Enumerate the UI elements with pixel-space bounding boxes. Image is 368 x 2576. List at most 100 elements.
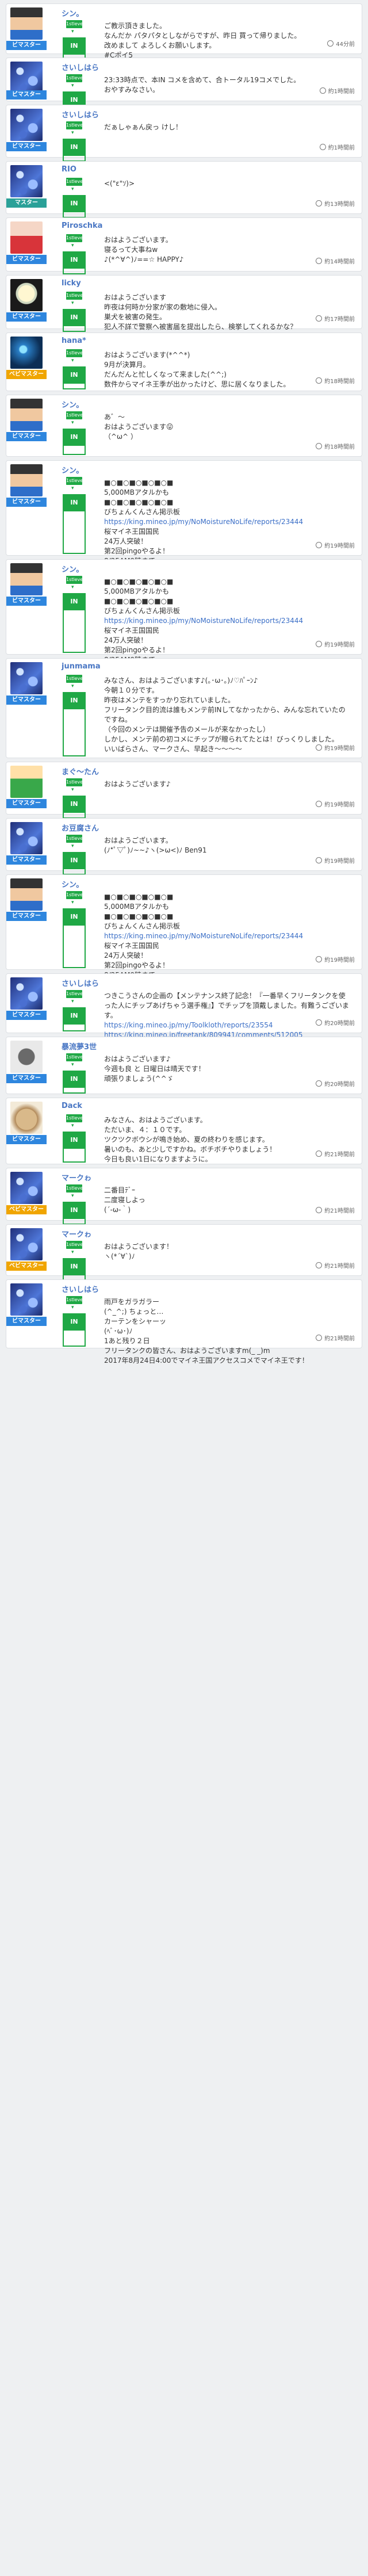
clock-icon — [316, 857, 323, 863]
post-message: <("ε"ｿ)> — [104, 179, 350, 189]
level-badge: 1stlevel — [66, 990, 84, 998]
role-badge: マスター — [6, 198, 47, 208]
post-time: 約17時間前 — [316, 314, 355, 323]
message-line: ■○■○■○■○■○■ — [104, 912, 174, 920]
message-link[interactable]: https://king.mineo.jp/my/Toolkloth/repor… — [104, 1021, 350, 1030]
message-line: 24万人突破！ — [104, 537, 148, 545]
clock-icon — [316, 443, 323, 449]
message-line: ツクツクボウシが鳴き始め、夏の終わりを感じます。 — [104, 1136, 269, 1144]
chevron-down-icon: ▾ — [71, 787, 74, 793]
avatar[interactable] — [10, 1283, 43, 1316]
clock-icon — [316, 258, 323, 264]
avatar[interactable] — [10, 1041, 43, 1073]
post-card: ビマスター シン。 1stlevel ▾ IN ■○■○■○■○■○■ 5,000MBアタル… — [6, 874, 362, 1008]
chevron-down-icon: ▾ — [71, 186, 74, 192]
role-badge: ビマスター — [6, 1011, 47, 1020]
role-badge: ビマスター — [6, 90, 47, 100]
avatar[interactable] — [10, 221, 43, 254]
time-label: 約13時間前 — [324, 201, 355, 208]
message-link[interactable]: https://king.mineo.jp/my/NoMoistureNoLif… — [104, 616, 350, 626]
user-name[interactable]: hana* — [62, 337, 86, 345]
message-line: 二度寝しよっ — [104, 1196, 145, 1204]
user-name[interactable]: RIO — [62, 165, 76, 174]
avatar[interactable] — [10, 766, 43, 798]
avatar[interactable] — [10, 878, 43, 911]
avatar[interactable] — [10, 563, 43, 595]
avatar[interactable] — [10, 165, 43, 197]
time-label: 約21時間前 — [324, 1263, 355, 1270]
user-name[interactable]: licky — [62, 279, 81, 288]
post-time: 約21時間前 — [316, 1333, 355, 1342]
user-name[interactable]: お豆腐さん — [62, 822, 99, 833]
avatar[interactable] — [10, 7, 43, 40]
timeline-rail — [63, 511, 86, 554]
role-badge: ビマスター — [6, 1317, 47, 1326]
user-name[interactable]: シン。 — [62, 7, 83, 18]
message-line: 今週も良 と 日曜日は晴天です！ — [104, 1065, 205, 1073]
post-card: ビマスター さいしはら 1stlevel ▾ IN だぁしゃぁん戻っ けし！ 約1時間前 — [6, 105, 362, 162]
user-name[interactable]: マークゎ — [62, 1228, 91, 1239]
chevron-down-icon: ▾ — [71, 358, 74, 364]
avatar[interactable] — [10, 62, 43, 94]
user-name[interactable]: Piroschka — [62, 221, 102, 230]
user-name[interactable]: シン。 — [62, 399, 83, 410]
user-name[interactable]: junmama — [62, 662, 101, 671]
chevron-down-icon: ▾ — [71, 300, 74, 306]
post-time: 約18時間前 — [316, 442, 355, 450]
user-name[interactable]: Dack — [62, 1102, 82, 1110]
user-name[interactable]: マークゎ — [62, 1172, 91, 1183]
time-label: 約21時間前 — [324, 1208, 355, 1214]
chevron-down-icon: ▾ — [71, 900, 74, 905]
post-time: 約20時間前 — [316, 1018, 355, 1027]
message-link[interactable]: https://king.mineo.jp/my/NoMoistureNoLif… — [104, 517, 350, 527]
message-line: だぁしゃぁん戻っ けし！ — [104, 123, 182, 131]
message-line: 第2回pingoやるよ！ — [104, 547, 170, 555]
avatar[interactable] — [10, 464, 43, 496]
message-line: (ﾉ*ﾟ▽ﾟ)ﾉ~~♪ヽ(>ω<)ﾉ Ben91 — [104, 846, 207, 854]
user-name[interactable]: さいしはら — [62, 109, 99, 120]
message-line: カーテンをシャーッ — [104, 1317, 167, 1325]
in-marker: IN — [63, 908, 86, 926]
post-time: 約19時間前 — [316, 955, 355, 964]
message-link[interactable]: https://king.mineo.jp/my/NoMoistureNoLif… — [104, 931, 350, 941]
user-name[interactable]: シン。 — [62, 464, 83, 475]
time-label: 約20時間前 — [324, 1081, 355, 1088]
in-marker: IN — [63, 251, 86, 269]
user-name[interactable]: 暴流夢3世 — [62, 1041, 97, 1052]
avatar[interactable] — [10, 399, 43, 431]
user-name[interactable]: さいしはら — [62, 977, 99, 988]
timeline-rail — [63, 1149, 86, 1163]
user-name[interactable]: シン。 — [62, 563, 83, 574]
post-message: おはようございます。 (ﾉ*ﾟ▽ﾟ)ﾉ~~♪ヽ(>ω<)ﾉ Ben91 — [104, 836, 350, 855]
message-line: 24万人突破！ — [104, 636, 148, 644]
avatar[interactable] — [10, 1228, 43, 1260]
avatar[interactable] — [10, 279, 43, 311]
user-name[interactable]: さいしはら — [62, 1283, 99, 1294]
post-message: だぁしゃぁん戻っ けし！ — [104, 123, 350, 132]
message-line: おはようございます😛 — [104, 423, 174, 431]
avatar[interactable] — [10, 1102, 43, 1134]
chevron-down-icon: ▾ — [71, 420, 74, 426]
clock-icon — [316, 1019, 323, 1026]
avatar[interactable] — [10, 822, 43, 854]
avatar[interactable] — [10, 977, 43, 1010]
avatar[interactable] — [10, 337, 43, 369]
user-name[interactable]: シン。 — [62, 878, 83, 889]
in-marker: IN — [63, 494, 86, 511]
message-line: 1あと残り２日 — [104, 1337, 150, 1345]
time-label: 約21時間前 — [324, 1152, 355, 1158]
avatar[interactable] — [10, 1172, 43, 1204]
post-message: みなさん、おはようございます♪(｡･ω･｡)ﾉ♡ﾊﾟｰﾝ♪ 今朝１０分です。 昨夜は… — [104, 676, 350, 754]
post-message: 23:33時点で、本IN コメを含めて、合トータル19コメでした。 おやすみなさい… — [104, 75, 350, 95]
user-name[interactable]: さいしはら — [62, 62, 99, 72]
in-marker: IN — [63, 692, 86, 709]
message-line: （^ω^ ） — [104, 433, 137, 441]
user-name[interactable]: まぐ～たん — [62, 766, 99, 777]
clock-icon — [319, 144, 326, 150]
message-line: びちょんくんさん掲示板 — [104, 607, 181, 615]
in-marker: IN — [63, 1007, 86, 1025]
avatar[interactable] — [10, 109, 43, 141]
message-line: ご教示頂きました。 — [104, 22, 167, 30]
level-badge: 1stlevel — [66, 477, 84, 485]
avatar[interactable] — [10, 662, 43, 694]
